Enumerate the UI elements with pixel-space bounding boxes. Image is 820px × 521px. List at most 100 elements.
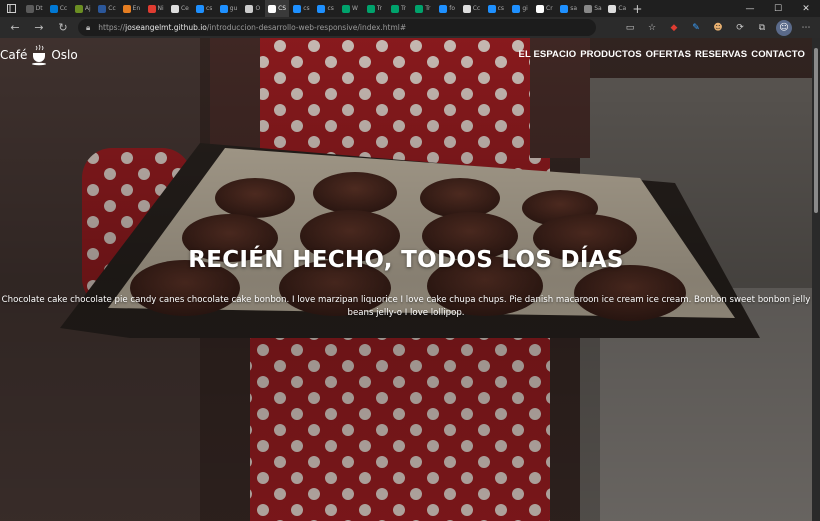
hero-headline: RECIÉN HECHO, TODOS LOS DÍAS	[188, 247, 624, 273]
tab-favicon-icon	[584, 4, 593, 13]
tab-favicon-icon	[98, 4, 107, 13]
extension-icon[interactable]: ◆	[666, 20, 682, 36]
browser-tab[interactable]: W	[338, 0, 362, 17]
tab-title: Ca	[618, 5, 627, 12]
browser-tab[interactable]: Tr	[411, 0, 435, 17]
nav-link-el-espacio[interactable]: EL ESPACIO	[519, 49, 577, 60]
tab-title: Dt	[35, 5, 43, 12]
sidebar-toggle-button[interactable]	[0, 0, 22, 17]
tab-strip: Dt Cc Aj Cc En Ni Ce cs gu O CS cs cs W Tr Tr Tr fo Cc cs gi…	[0, 0, 820, 17]
tab-favicon-icon	[487, 4, 496, 13]
browser-toolbar: ← → ↻ 🔒︎ https://joseangelmt.github.io/i…	[0, 17, 820, 38]
browser-tab[interactable]: cs	[289, 0, 313, 17]
forward-button[interactable]: →	[27, 17, 51, 38]
more-menu-icon[interactable]: ⋯	[798, 20, 814, 36]
tab-favicon-icon	[170, 4, 179, 13]
browser-tab[interactable]: Cc	[46, 0, 70, 17]
scrollbar-thumb[interactable]	[814, 48, 818, 213]
tab-favicon-icon	[390, 4, 399, 13]
tab-title: Ni	[157, 5, 164, 12]
tab-title: gi	[522, 5, 528, 12]
back-button[interactable]: ←	[3, 17, 27, 38]
browser-tab[interactable]: Ce	[168, 0, 192, 17]
browser-tab[interactable]: Cr	[532, 0, 556, 17]
web-page: Café Oslo EL ESPACIO PRODUCTOS OFERTAS R…	[0, 38, 812, 521]
brand-logo[interactable]: Café Oslo	[0, 44, 78, 66]
maximize-button[interactable]: ☐	[764, 0, 792, 17]
nav-link-contacto[interactable]: CONTACTO	[751, 49, 805, 60]
main-navigation: EL ESPACIO PRODUCTOS OFERTAS RESERVAS CO…	[519, 49, 805, 60]
browser-tab[interactable]: Ca	[605, 0, 629, 17]
tab-favicon-icon	[245, 4, 254, 13]
muffins-photo	[0, 38, 812, 521]
browser-tab[interactable]: cs	[484, 0, 508, 17]
tab-favicon-icon	[293, 4, 302, 13]
browser-tab[interactable]: Ni	[143, 0, 167, 17]
nav-link-productos[interactable]: PRODUCTOS	[580, 49, 641, 60]
collections-icon[interactable]: ⧉	[754, 20, 770, 36]
new-tab-button[interactable]: +	[629, 2, 645, 16]
browser-tab[interactable]: Tr	[362, 0, 386, 17]
tab-title: Cc	[472, 5, 481, 12]
nav-link-reservas[interactable]: RESERVAS	[695, 49, 747, 60]
url-text: https://joseangelmt.github.io/introducci…	[98, 23, 407, 32]
nav-link-ofertas[interactable]: OFERTAS	[646, 49, 691, 60]
browser-tab[interactable]: Aj	[71, 0, 95, 17]
tab-favicon-icon	[196, 4, 204, 13]
tab-title: Sa	[594, 5, 602, 12]
window-controls: — ☐ ✕	[736, 0, 820, 17]
browser-tab[interactable]: CS	[264, 0, 290, 17]
page-scrollbar[interactable]	[812, 38, 820, 521]
browser-tab[interactable]: Tr	[386, 0, 410, 17]
tab-title: cs	[327, 5, 334, 12]
browser-tab[interactable]: En	[119, 0, 143, 17]
coffee-cup-icon	[32, 44, 47, 66]
tab-title: Cr	[546, 5, 553, 12]
tab-title: Aj	[84, 5, 91, 12]
refresh-extension-icon[interactable]: ⟳	[732, 20, 748, 36]
tab-title: cs	[303, 5, 310, 12]
profile-avatar[interactable]: ☺	[776, 19, 792, 36]
extension-pen-icon[interactable]: ✎	[688, 20, 704, 36]
browser-tab[interactable]: fo	[435, 0, 459, 17]
tab-favicon-icon	[439, 4, 448, 13]
toolbar-actions: ▭ ☆ ◆ ✎ ☻ ⟳ ⧉ ☺ ⋯	[622, 19, 814, 36]
tab-favicon-icon	[219, 4, 228, 13]
brand-name-right: Oslo	[51, 48, 78, 62]
favorite-star-icon[interactable]: ☆	[644, 20, 660, 36]
tab-title: CS	[278, 5, 287, 12]
browser-tab[interactable]: Cc	[459, 0, 483, 17]
minimize-button[interactable]: —	[736, 0, 764, 17]
tab-favicon-icon	[342, 4, 351, 13]
browser-tab[interactable]: cs	[192, 0, 216, 17]
browser-tab[interactable]: sa	[557, 0, 581, 17]
tab-title: Tr	[400, 5, 407, 12]
sidebar-icon	[6, 4, 16, 13]
arrow-left-icon: ←	[10, 21, 20, 34]
browser-tab[interactable]: cs	[314, 0, 338, 17]
address-bar[interactable]: 🔒︎ https://joseangelmt.github.io/introdu…	[78, 19, 596, 36]
reload-button[interactable]: ↻	[51, 17, 75, 38]
reload-icon: ↻	[58, 21, 68, 34]
tab-title: cs	[497, 5, 504, 12]
tab-title: Tr	[425, 5, 431, 12]
tab-favicon-icon	[25, 4, 34, 13]
extension-face-icon[interactable]: ☻	[710, 20, 726, 36]
browser-tab[interactable]: gu	[216, 0, 240, 17]
close-button[interactable]: ✕	[792, 0, 820, 17]
tab-favicon-icon	[536, 4, 545, 13]
tab-title: fo	[449, 5, 456, 12]
lock-icon: 🔒︎	[86, 22, 91, 32]
tab-title: Cc	[108, 5, 116, 12]
browser-tab[interactable]: gi	[508, 0, 532, 17]
browser-tab[interactable]: Cc	[95, 0, 119, 17]
tab-title: W	[352, 5, 358, 12]
tab-favicon-icon	[74, 4, 83, 13]
tab-favicon-icon	[560, 4, 569, 13]
reader-view-icon[interactable]: ▭	[622, 20, 638, 36]
tab-title: Tr	[376, 5, 382, 12]
tab-favicon-icon	[317, 4, 326, 13]
browser-tab[interactable]: O	[241, 0, 265, 17]
browser-tab[interactable]: Sa	[581, 0, 605, 17]
browser-tab[interactable]: Dt	[22, 0, 46, 17]
